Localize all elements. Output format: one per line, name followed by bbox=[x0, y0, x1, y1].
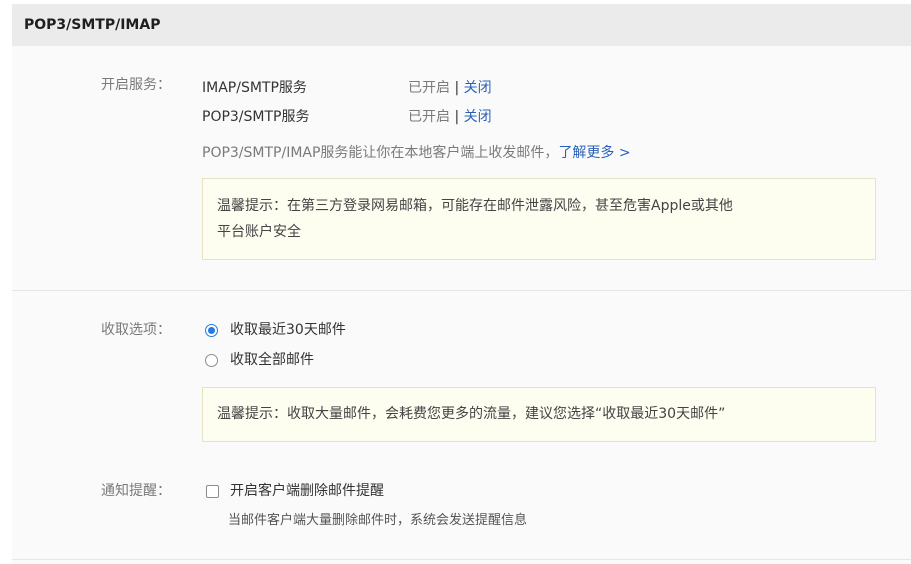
imap-close-link[interactable]: 关闭 bbox=[464, 80, 492, 96]
learn-more-link[interactable]: 了解更多 > bbox=[558, 145, 630, 161]
delete-reminder-checkbox[interactable] bbox=[206, 485, 219, 498]
receive-recent-radio[interactable] bbox=[205, 324, 218, 337]
security-tip-box: 温馨提示：在第三方登录网易邮箱，可能存在邮件泄露风险，甚至危害Apple或其他 … bbox=[202, 178, 876, 260]
services-description-text: POP3/SMTP/IMAP服务能让你在本地客户端上收发邮件， bbox=[202, 145, 559, 161]
pop3-separator: | bbox=[454, 109, 460, 125]
pop3-status-text: 已开启 bbox=[408, 109, 450, 125]
settings-panel: POP3/SMTP/IMAP 开启服务： IMAP/SMTP服务 已开启 | 关… bbox=[12, 4, 911, 564]
receive-tip-text: 温馨提示：收取大量邮件，会耗费您更多的流量，建议您选择“收取最近30天邮件” bbox=[217, 406, 726, 422]
imap-service-status: 已开启 | 关闭 bbox=[408, 79, 492, 97]
section-title: POP3/SMTP/IMAP bbox=[24, 17, 161, 33]
security-tip-line1: 温馨提示：在第三方登录网易邮箱，可能存在邮件泄露风险，甚至危害Apple或其他 bbox=[217, 198, 733, 214]
services-description: POP3/SMTP/IMAP服务能让你在本地客户端上收发邮件，了解更多 > bbox=[202, 144, 631, 162]
imap-separator: | bbox=[454, 80, 460, 96]
receive-tip-box: 温馨提示：收取大量邮件，会耗费您更多的流量，建议您选择“收取最近30天邮件” bbox=[202, 387, 876, 442]
services-label: 开启服务： bbox=[101, 77, 171, 93]
delete-reminder-label[interactable]: 开启客户端删除邮件提醒 bbox=[230, 482, 384, 500]
receive-label: 收取选项： bbox=[101, 322, 171, 338]
pop3-service-name: POP3/SMTP服务 bbox=[202, 109, 310, 125]
security-tip-line2: 平台账户安全 bbox=[217, 224, 301, 240]
pop3-close-link[interactable]: 关闭 bbox=[464, 109, 492, 125]
section-header: POP3/SMTP/IMAP bbox=[12, 4, 911, 46]
pop3-service-status: 已开启 | 关闭 bbox=[408, 108, 492, 126]
receive-all-label[interactable]: 收取全部邮件 bbox=[230, 351, 314, 369]
imap-service-name: IMAP/SMTP服务 bbox=[202, 80, 307, 96]
receive-recent-label[interactable]: 收取最近30天邮件 bbox=[230, 321, 346, 339]
delete-reminder-note: 当邮件客户端大量删除邮件时，系统会发送提醒信息 bbox=[228, 513, 528, 528]
imap-status-text: 已开启 bbox=[408, 80, 450, 96]
bottom-divider bbox=[12, 559, 911, 560]
receive-all-radio[interactable] bbox=[205, 354, 218, 367]
notify-label: 通知提醒： bbox=[101, 483, 171, 499]
section-divider bbox=[12, 290, 911, 291]
